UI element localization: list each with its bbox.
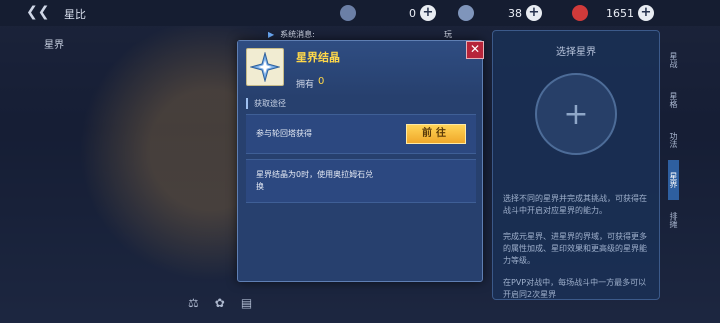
bottom-toolbar: ⚖ ✿ ▤ xyxy=(188,296,252,310)
go-button[interactable]: 前往 xyxy=(406,124,466,144)
add-resource-2-button[interactable]: + xyxy=(526,5,542,21)
resource-counter-3: 1651 + xyxy=(572,4,654,22)
side-tab-3[interactable]: 功法 xyxy=(668,120,679,160)
system-notice: ▶ 系统消息: xyxy=(268,29,315,40)
notice-text: 玩 xyxy=(444,30,452,39)
add-resource-3-button[interactable]: + xyxy=(638,5,654,21)
realm-slot[interactable]: + xyxy=(535,73,617,155)
owned-count: 0 xyxy=(318,76,325,87)
gem-icon xyxy=(458,5,474,21)
side-tab-2[interactable]: 星格 xyxy=(668,80,679,120)
plus-icon: + xyxy=(563,97,589,132)
owned-label: 拥有 xyxy=(296,80,315,90)
resource-value: 38 xyxy=(508,6,522,20)
resource-counter-1: 0 + xyxy=(340,4,436,22)
panel-paragraph-1: 选择不同的星界并完成其挑战，可获得在战斗中开启对应星界的能力。 xyxy=(503,194,647,215)
side-tab-5[interactable]: 排摊 xyxy=(668,200,679,240)
source-text-line-2: 换 xyxy=(256,182,264,191)
star-crystal-icon xyxy=(250,52,280,82)
resource-counter-2: 38 + xyxy=(458,4,542,22)
add-resource-1-button[interactable]: + xyxy=(420,5,436,21)
monitor-icon[interactable]: ▤ xyxy=(241,296,252,310)
back-arrow-icon[interactable]: ❮❮ xyxy=(26,4,49,22)
paw-icon[interactable]: ✿ xyxy=(215,296,225,310)
panel-paragraph-3: 在PVP对战中，每场战斗中一方最多可以开启同2次星界 xyxy=(503,278,647,299)
item-name: 星界结晶 xyxy=(296,51,340,64)
red-gem-icon xyxy=(572,5,588,21)
section-label: 获取途径 xyxy=(246,98,286,109)
source-row: 星界结晶为0时，使用奥拉姆石兑 换 xyxy=(246,159,476,203)
source-text-line-1: 星界结晶为0时，使用奥拉姆石兑 xyxy=(256,170,374,179)
panel-title: 选择星界 xyxy=(556,47,596,58)
source-row: 参与轮回塔获得 前往 xyxy=(246,114,476,154)
select-realm-panel: 选择星界 + 选择不同的星界并完成其挑战，可获得在战斗中开启对应星界的能力。 完… xyxy=(492,30,660,300)
item-info-dialog: 星界结晶 拥有 0 ✕ 获取途径 参与轮回塔获得 前往 星界结晶为0时，使用奥拉… xyxy=(237,40,484,282)
source-text: 参与轮回塔获得 xyxy=(256,129,312,138)
page-title: 星比 xyxy=(64,8,86,21)
side-tabs: 星战 星格 功法 星界 排摊 xyxy=(668,40,698,240)
item-icon xyxy=(246,48,284,86)
speaker-icon: ▶ xyxy=(268,30,275,39)
crystal-icon xyxy=(340,5,356,21)
resource-value: 1651 xyxy=(606,6,634,20)
close-button[interactable]: ✕ xyxy=(466,41,484,59)
panel-paragraph-2: 完成元星界、进星界的界域，可获得更多的属性加成、星印效果和更高级的星界能力等级。 xyxy=(503,232,647,265)
side-tab-1[interactable]: 星战 xyxy=(668,40,679,80)
scale-icon[interactable]: ⚖ xyxy=(188,296,199,310)
left-tab-label[interactable]: 星界 xyxy=(44,36,64,51)
top-bar: ❮❮ 星比 0 + 38 + 1651 + xyxy=(0,0,720,26)
side-tab-4[interactable]: 星界 xyxy=(668,160,679,200)
resource-value: 0 xyxy=(409,6,416,20)
notice-label: 系统消息: xyxy=(280,30,315,39)
